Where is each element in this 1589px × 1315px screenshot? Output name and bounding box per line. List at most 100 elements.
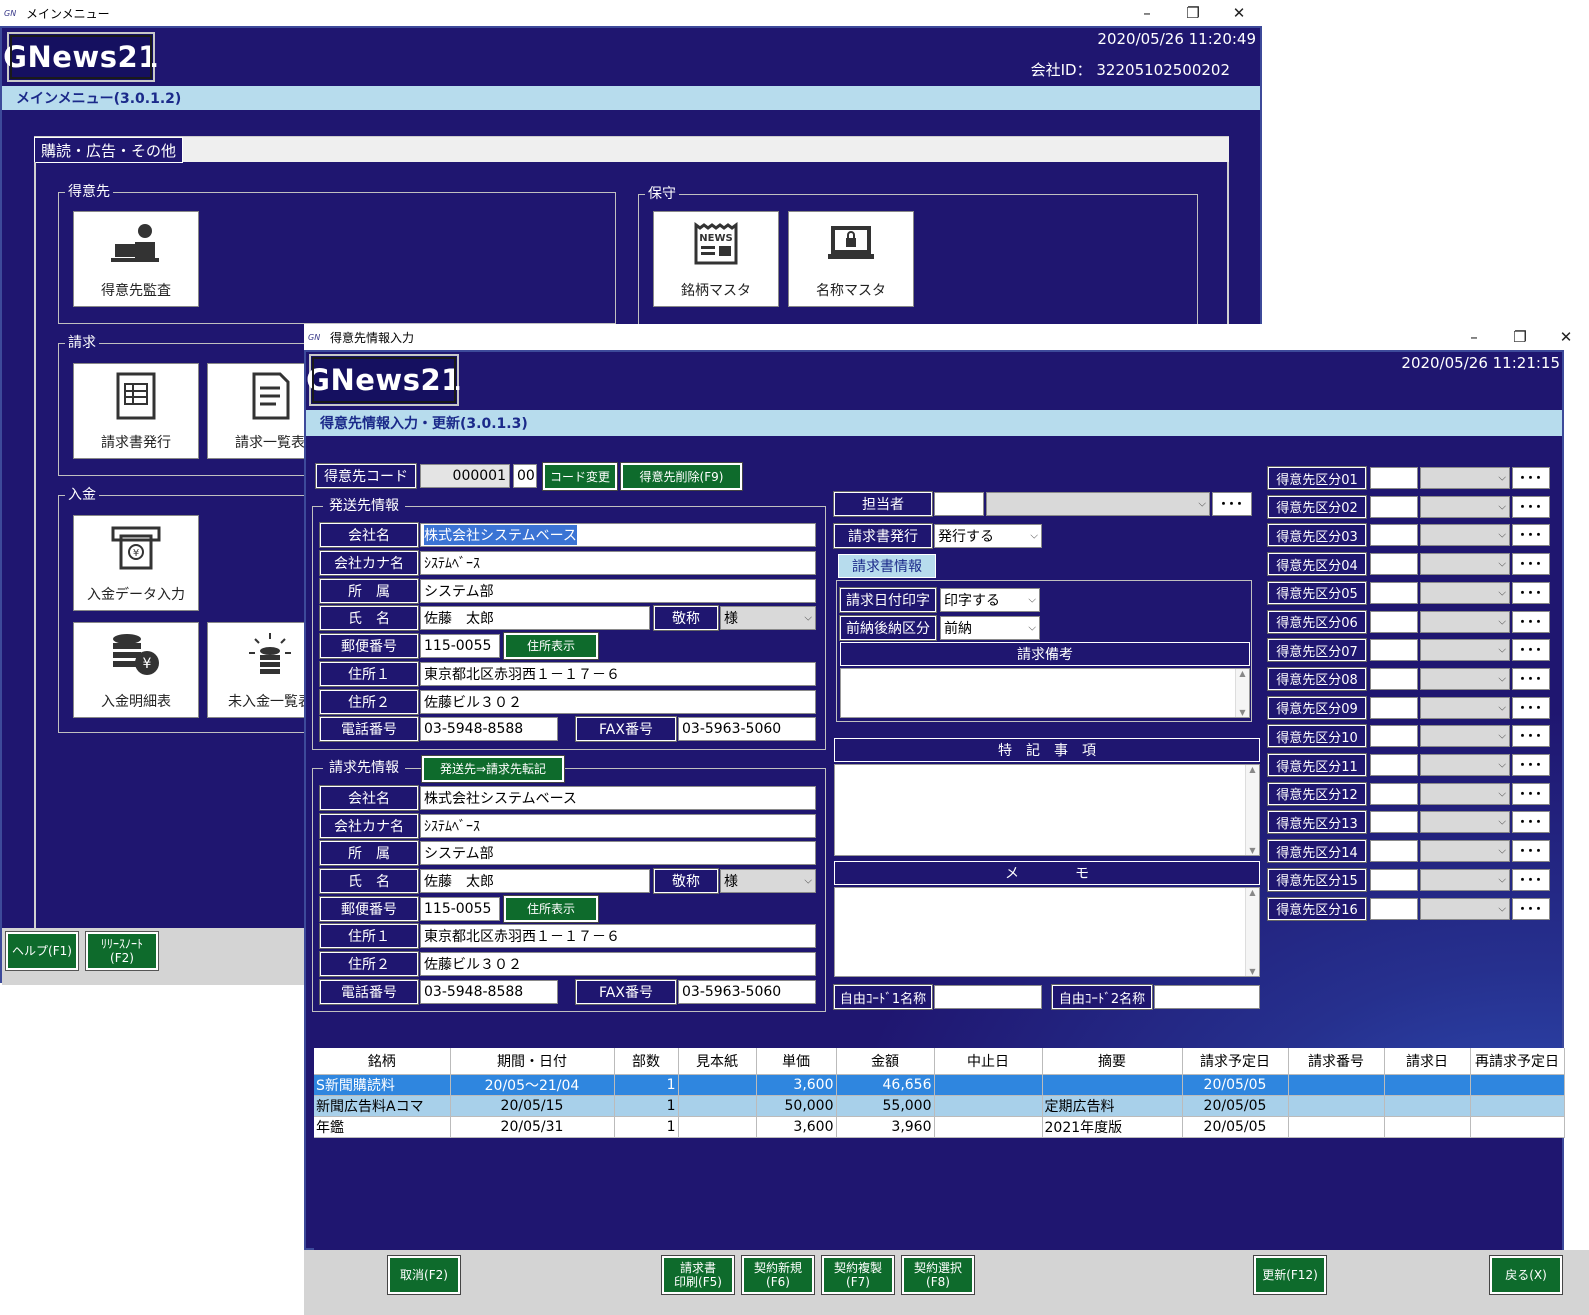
category-search-button[interactable]: ･･･	[1512, 811, 1550, 834]
column-header[interactable]: 請求予定日	[1182, 1048, 1289, 1075]
bill-fax-field[interactable]: 03-5963-5060	[678, 980, 816, 1004]
bill-zip-field[interactable]: 115-0055	[420, 897, 500, 921]
print-date-select[interactable]: 印字する ⌵	[940, 588, 1040, 612]
category-code-field[interactable]	[1370, 840, 1418, 863]
invoice-print-button[interactable]: 請求書 印刷(F5)	[661, 1255, 735, 1295]
scrollbar[interactable]: ▲ ▼	[1235, 669, 1249, 717]
ship-honorific-select[interactable]: 様 ⌵	[720, 606, 816, 630]
category-select[interactable]: ⌵	[1420, 667, 1510, 690]
category-code-field[interactable]	[1370, 897, 1418, 920]
scrollbar[interactable]: ▲ ▼	[1245, 765, 1259, 855]
staff-select[interactable]: ⌵	[986, 492, 1210, 516]
category-select[interactable]: ⌵	[1420, 639, 1510, 662]
customer-code-sub-field[interactable]: 00	[513, 464, 537, 488]
customer-delete-button[interactable]: 得意先削除(F9)	[620, 462, 743, 491]
category-select[interactable]: ⌵	[1420, 610, 1510, 633]
bill-tel-field[interactable]: 03-5948-8588	[420, 980, 558, 1004]
category-search-button[interactable]: ･･･	[1512, 754, 1550, 776]
contract-select-button[interactable]: 契約選択 (F8)	[901, 1255, 975, 1295]
ship-addr2-field[interactable]: 佐藤ビル３０２	[420, 690, 816, 714]
free-code1-field[interactable]	[934, 985, 1042, 1009]
contract-copy-button[interactable]: 契約複製 (F7)	[821, 1255, 895, 1295]
category-select[interactable]: ⌵	[1420, 696, 1510, 719]
category-code-field[interactable]	[1370, 667, 1418, 690]
staff-code-field[interactable]	[934, 492, 984, 516]
category-code-field[interactable]	[1370, 467, 1418, 489]
category-search-button[interactable]: ･･･	[1512, 696, 1550, 719]
ship-tel-field[interactable]: 03-5948-8588	[420, 717, 558, 741]
column-header[interactable]: 請求日	[1384, 1048, 1471, 1075]
category-select[interactable]: ⌵	[1420, 725, 1510, 748]
column-header[interactable]: 部数	[614, 1048, 679, 1075]
column-header[interactable]: 再請求予定日	[1470, 1048, 1565, 1075]
category-select[interactable]: ⌵	[1420, 868, 1510, 891]
bill-dept-field[interactable]: システム部	[420, 841, 816, 865]
category-search-button[interactable]: ･･･	[1512, 467, 1550, 489]
column-header[interactable]: 銘柄	[314, 1048, 451, 1075]
staff-search-button[interactable]: ･･･	[1212, 492, 1252, 516]
close-icon[interactable]: ✕	[1216, 0, 1262, 26]
payment-detail-button[interactable]: ¥ 入金明細表	[73, 622, 199, 718]
code-change-button[interactable]: コード変更	[542, 462, 618, 491]
payment-entry-button[interactable]: ¥ 入金データ入力	[73, 515, 199, 611]
memo-textarea[interactable]: ▲ ▼	[834, 887, 1260, 977]
category-search-button[interactable]: ･･･	[1512, 639, 1550, 662]
contract-new-button[interactable]: 契約新規 (F6)	[741, 1255, 815, 1295]
category-code-field[interactable]	[1370, 725, 1418, 748]
help-button[interactable]: ヘルプ(F1)	[5, 931, 79, 971]
category-select[interactable]: ⌵	[1420, 811, 1510, 834]
category-code-field[interactable]	[1370, 696, 1418, 719]
category-code-field[interactable]	[1370, 553, 1418, 576]
category-search-button[interactable]: ･･･	[1512, 725, 1550, 748]
category-select[interactable]: ⌵	[1420, 524, 1510, 547]
bill-addr1-field[interactable]: 東京都北区赤羽西１－１７－６	[420, 924, 816, 948]
tab-invoice-info[interactable]: 請求書情報	[838, 554, 936, 578]
category-select[interactable]: ⌵	[1420, 467, 1510, 489]
column-header[interactable]: 期間・日付	[450, 1048, 615, 1075]
category-search-button[interactable]: ･･･	[1512, 840, 1550, 863]
category-code-field[interactable]	[1370, 868, 1418, 891]
category-select[interactable]: ⌵	[1420, 782, 1510, 805]
category-code-field[interactable]	[1370, 610, 1418, 633]
category-select[interactable]: ⌵	[1420, 495, 1510, 518]
cancel-button[interactable]: 取消(F2)	[387, 1255, 461, 1295]
category-code-field[interactable]	[1370, 581, 1418, 604]
column-header[interactable]: 見本紙	[678, 1048, 757, 1075]
free-code2-field[interactable]	[1154, 985, 1260, 1009]
table-row[interactable]: 年鑑 20/05/31 1 3,600 3,960 2021年度版 20/05/05	[314, 1116, 1565, 1138]
ship-name-field[interactable]: 佐藤 太郎	[420, 606, 650, 630]
table-row[interactable]: S新聞購読料 20/05～21/04 1 3,600 46,656 20/05/05	[314, 1074, 1565, 1096]
category-search-button[interactable]: ･･･	[1512, 782, 1550, 805]
category-select[interactable]: ⌵	[1420, 553, 1510, 576]
category-search-button[interactable]: ･･･	[1512, 495, 1550, 518]
column-header[interactable]: 金額	[836, 1048, 935, 1075]
column-header[interactable]: 請求番号	[1288, 1048, 1385, 1075]
column-header[interactable]: 中止日	[934, 1048, 1043, 1075]
close-icon[interactable]: ✕	[1543, 324, 1589, 350]
restore-icon[interactable]: ❐	[1497, 324, 1543, 350]
category-code-field[interactable]	[1370, 782, 1418, 805]
name-master-button[interactable]: 名称マスタ	[788, 211, 914, 307]
brand-master-button[interactable]: NEWS 銘柄マスタ	[653, 211, 779, 307]
ship-zip-field[interactable]: 115-0055	[420, 634, 500, 658]
category-search-button[interactable]: ･･･	[1512, 897, 1550, 920]
ship-kana-field[interactable]: ｼｽﾃﾑﾍﾞｰｽ	[420, 551, 816, 575]
special-notes-textarea[interactable]: ▲ ▼	[834, 764, 1260, 856]
category-search-button[interactable]: ･･･	[1512, 524, 1550, 547]
invoice-issue-select[interactable]: 発行する ⌵	[934, 524, 1042, 548]
category-select[interactable]: ⌵	[1420, 754, 1510, 776]
category-select[interactable]: ⌵	[1420, 840, 1510, 863]
prepay-select[interactable]: 前納 ⌵	[940, 616, 1040, 640]
category-search-button[interactable]: ･･･	[1512, 610, 1550, 633]
restore-icon[interactable]: ❐	[1170, 0, 1216, 26]
bill-honorific-select[interactable]: 様 ⌵	[720, 869, 816, 893]
category-code-field[interactable]	[1370, 524, 1418, 547]
ship-address-lookup-button[interactable]: 住所表示	[503, 632, 599, 660]
scrollbar[interactable]: ▲ ▼	[1245, 888, 1259, 976]
customer-audit-button[interactable]: 得意先監査	[73, 211, 199, 307]
category-search-button[interactable]: ･･･	[1512, 868, 1550, 891]
category-select[interactable]: ⌵	[1420, 897, 1510, 920]
invoice-issue-button[interactable]: 請求書発行	[73, 363, 199, 459]
category-code-field[interactable]	[1370, 811, 1418, 834]
category-select[interactable]: ⌵	[1420, 581, 1510, 604]
